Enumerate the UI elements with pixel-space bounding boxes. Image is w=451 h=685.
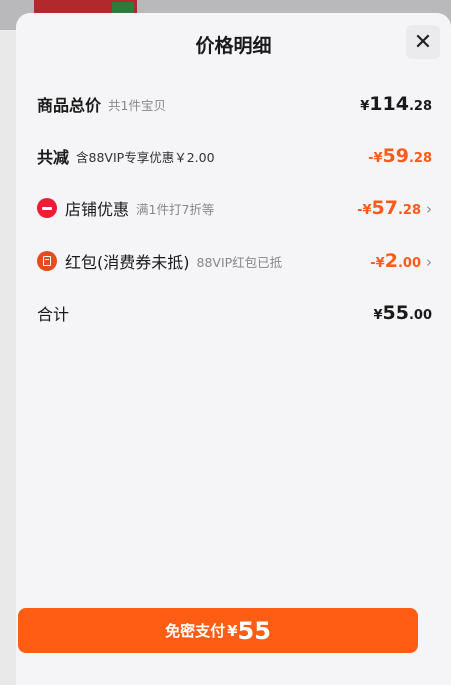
amount-decimal: .28 [408, 151, 432, 166]
close-button[interactable]: ✕ [406, 25, 440, 59]
row-value: ¥ 55 .00 [373, 302, 432, 324]
chevron-right-icon: › [426, 200, 432, 218]
pay-button-label: 免密支付 [165, 622, 226, 640]
currency-symbol: -¥ [357, 203, 372, 218]
row-label: 合计 [37, 305, 70, 324]
amount-integer: 114 [369, 93, 409, 115]
sheet-title: 价格明细 [195, 35, 272, 57]
amount-integer: 2 [384, 250, 398, 272]
amount-integer: 55 [382, 302, 409, 324]
amount-integer: 57 [371, 197, 398, 219]
row-total-reduction: 共减 含88VIP专享优惠￥2.00 -¥ 59 .28 [37, 142, 432, 170]
currency-symbol: ¥ [373, 308, 383, 323]
row-value: ¥ 114 .28 [360, 93, 432, 115]
amount-decimal: .28 [397, 203, 421, 218]
row-value: -¥ 2 .00 › [370, 250, 432, 272]
row-label: 共减 [37, 148, 70, 167]
row-note: 共1件宝贝 [108, 97, 166, 113]
row-value: -¥ 59 .28 [368, 145, 432, 167]
pay-amount: 55 [237, 616, 271, 645]
amount-decimal: .00 [397, 256, 421, 271]
row-total-price: 商品总价 共1件宝贝 ¥ 114 .28 [37, 90, 432, 118]
row-red-packet[interactable]: 红包(消费券未抵) 88VIP红包已抵 -¥ 2 .00 › [37, 247, 432, 275]
price-detail-sheet: 价格明细 ✕ 商品总价 共1件宝贝 ¥ 114 .28 共减 含88VIP专享优… [16, 13, 451, 685]
row-label: 红包(消费券未抵) [65, 253, 190, 272]
amount-integer: 59 [382, 145, 409, 167]
currency-symbol: ¥ [360, 99, 370, 114]
row-value: -¥ 57 .28 › [357, 197, 432, 219]
close-icon: ✕ [413, 29, 433, 55]
amount-decimal: .00 [408, 308, 432, 323]
chevron-right-icon: › [426, 253, 432, 271]
row-note: 88VIP红包已抵 [196, 254, 283, 270]
row-label: 店铺优惠 [65, 200, 130, 219]
row-label: 商品总价 [37, 96, 102, 115]
currency-symbol: -¥ [370, 256, 385, 271]
red-packet-icon [37, 251, 57, 271]
pay-currency-symbol: ¥ [227, 621, 238, 640]
row-sum: 合计 ¥ 55 .00 [37, 299, 432, 327]
row-note: 满1件打7折等 [136, 201, 215, 217]
row-note: 含88VIP专享优惠￥2.00 [76, 149, 215, 165]
shop-discount-icon [37, 198, 57, 218]
amount-decimal: .28 [408, 99, 432, 114]
pay-button[interactable]: 免密支付 ¥ 55 [18, 608, 418, 653]
currency-symbol: -¥ [368, 151, 383, 166]
row-shop-discount[interactable]: 店铺优惠 满1件打7折等 -¥ 57 .28 › [37, 194, 432, 222]
